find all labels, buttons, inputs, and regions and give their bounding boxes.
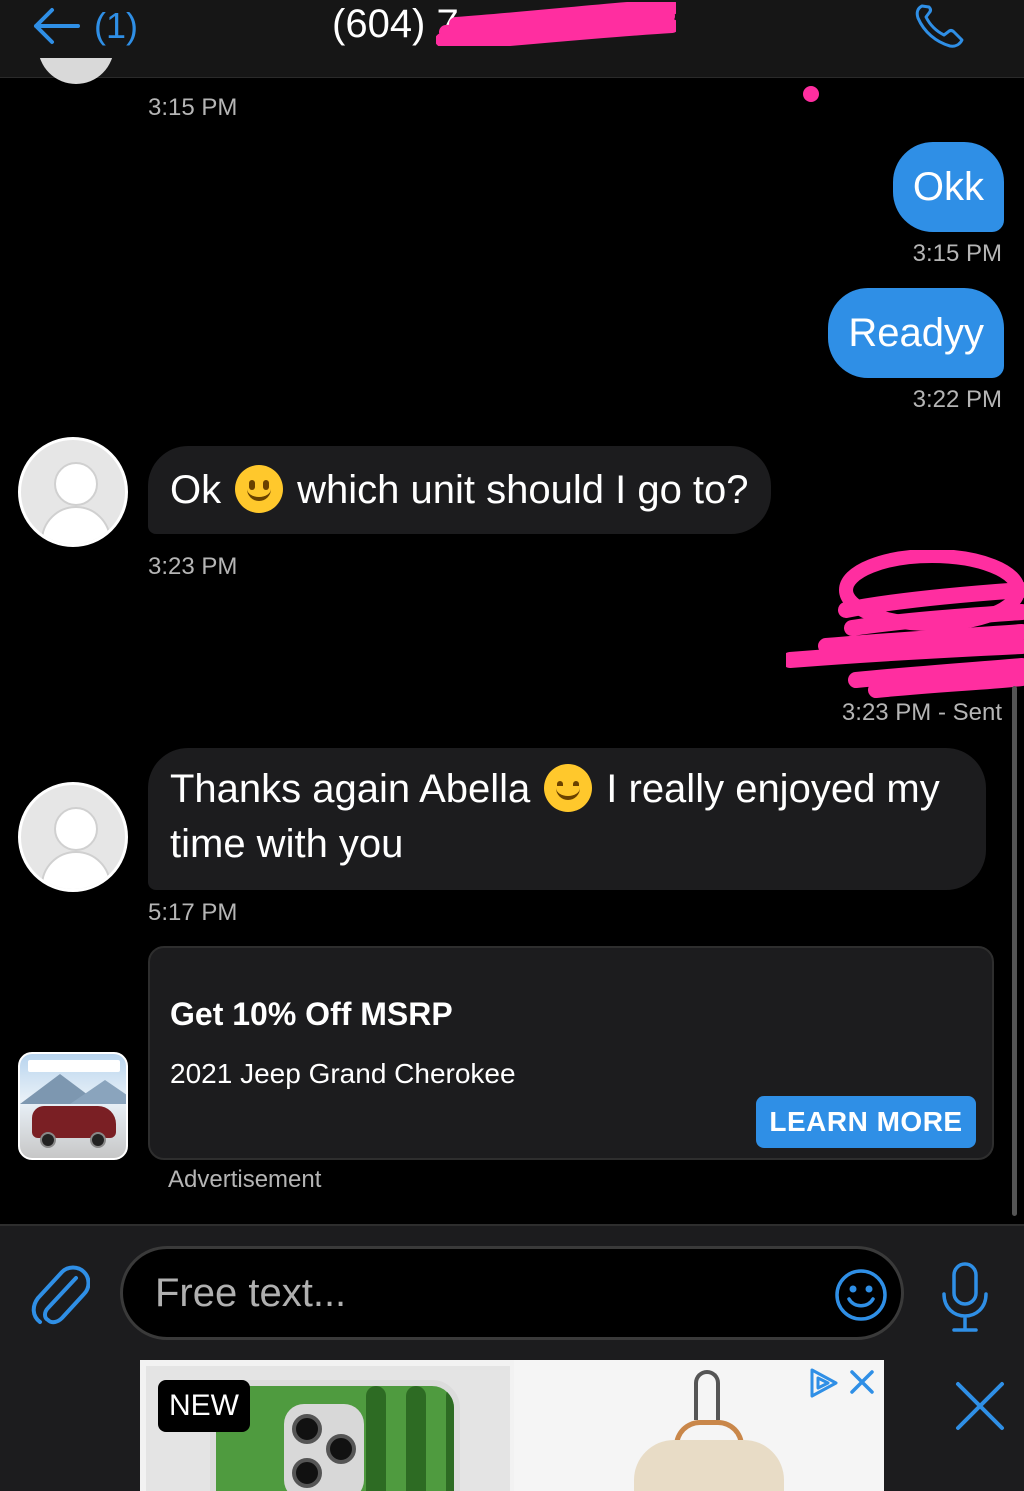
message-timestamp: 3:23 PM - Sent [841, 699, 1002, 726]
ad-thumbnail[interactable] [18, 1052, 128, 1160]
message-timestamp: 3:15 PM [912, 240, 1002, 267]
close-icon[interactable] [952, 1378, 1008, 1434]
adchoices-icon[interactable] [806, 1366, 840, 1400]
jeep-logo-icon [28, 1060, 120, 1072]
avatar-body [41, 506, 111, 544]
smiling-face-with-smiling-eyes-icon [544, 764, 593, 812]
slightly-smiling-face-icon [235, 465, 284, 513]
camera-module [284, 1404, 364, 1491]
new-badge: NEW [158, 1380, 250, 1432]
avatar-body [41, 851, 111, 889]
banner-ad[interactable] [140, 1360, 884, 1491]
contact-avatar[interactable] [18, 782, 128, 892]
wheel-shape [90, 1132, 106, 1148]
message-timestamp: 3:15 PM [148, 94, 238, 121]
ad-headline: Get 10% Off MSRP [170, 996, 453, 1032]
outgoing-message[interactable]: Okk [892, 142, 1004, 232]
arrow-left-icon [34, 8, 80, 44]
microphone-icon[interactable] [938, 1260, 992, 1334]
outgoing-message[interactable]: Readyy [828, 288, 1004, 378]
paperclip-icon[interactable] [30, 1262, 90, 1328]
avatar-head [54, 462, 98, 506]
conversation-header: (1) (604) 7 [0, 0, 1024, 78]
learn-more-button[interactable]: LEARN MORE [756, 1096, 976, 1148]
message-timestamp: 3:23 PM [148, 553, 238, 580]
scrollbar[interactable] [1012, 686, 1017, 1216]
mountain-shape [70, 1080, 126, 1104]
redacted-message [786, 550, 1024, 698]
ad-subtitle: 2021 Jeep Grand Cherokee [170, 1058, 516, 1089]
message-text: Readyy [848, 310, 984, 355]
back-button[interactable]: (1) [30, 0, 138, 52]
advertisement-label: Advertisement [168, 1166, 322, 1193]
incoming-message[interactable]: Ok which unit should I go to? [148, 446, 771, 534]
message-text: Ok [170, 468, 222, 512]
incoming-message[interactable]: Thanks again Abella I really enjoyed my t… [148, 748, 986, 890]
sponsored-ad-card[interactable]: Get 10% Off MSRP 2021 Jeep Grand Cheroke… [148, 946, 994, 1160]
phone-icon[interactable] [912, 0, 968, 50]
close-icon[interactable] [846, 1366, 878, 1398]
contact-avatar [38, 58, 114, 88]
contact-avatar[interactable] [18, 437, 128, 547]
avatar-head [54, 807, 98, 851]
shirt-image [634, 1440, 784, 1491]
message-timestamp: 3:22 PM [912, 386, 1002, 413]
message-text: which unit should I go to? [297, 468, 749, 512]
message-text: Thanks again Abella [170, 767, 531, 811]
wheel-shape [40, 1132, 56, 1148]
hanger-hook [694, 1370, 720, 1420]
message-timestamp: 5:17 PM [148, 899, 238, 926]
smiley-icon[interactable] [834, 1268, 888, 1322]
message-input[interactable] [155, 1263, 815, 1323]
unread-count: (1) [94, 5, 138, 46]
message-input-container[interactable] [120, 1246, 904, 1340]
redaction-scribble [436, 2, 676, 46]
message-text: Okk [912, 164, 984, 209]
redaction-dot [803, 86, 819, 102]
